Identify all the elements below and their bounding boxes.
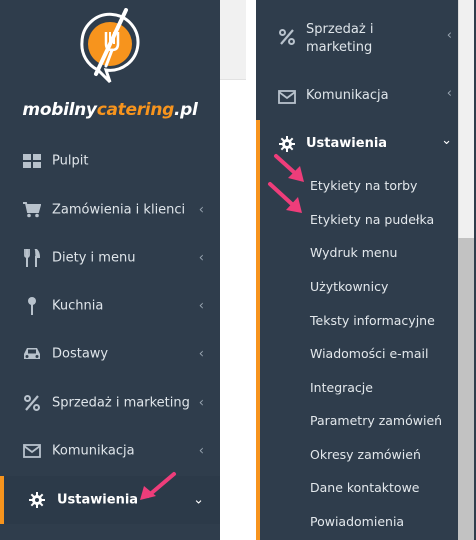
brand-wordmark-part1: mobilny — [22, 100, 97, 120]
percent-icon — [278, 28, 296, 46]
submenu-item-box-labels[interactable]: Etykiety na pudełka — [310, 212, 434, 227]
brand-wordmark: mobilnycatering.pl — [0, 100, 220, 120]
submenu-item-users[interactable]: Użytkownicy — [310, 279, 388, 294]
submenu-item-menu-print[interactable]: Wydruk menu — [310, 245, 397, 260]
sidebar-item-diets[interactable]: Diety i menu ‹ — [0, 234, 220, 282]
utensils-icon — [22, 248, 42, 268]
sidebar-item-label: Diety i menu — [52, 250, 136, 266]
sidebar-item-label: Pulpit — [52, 153, 89, 169]
chevron-left-icon: ‹ — [198, 202, 204, 218]
dashboard-icon — [22, 151, 42, 171]
active-indicator — [0, 476, 4, 524]
page-background-strip — [220, 0, 246, 540]
chevron-left-icon: ‹ — [446, 28, 452, 43]
gear-icon — [278, 135, 296, 153]
submenu-item-bag-labels[interactable]: Etykiety na torby — [310, 178, 417, 193]
gear-icon — [27, 490, 47, 510]
annotation-arrow-icon — [140, 472, 176, 500]
sidebar-item-marketing[interactable]: Sprzedaż i marketing ‹ — [256, 20, 466, 60]
spoon-icon — [22, 296, 42, 316]
brand-wordmark-part3: .pl — [174, 100, 198, 120]
chevron-left-icon: ‹ — [198, 298, 204, 314]
sidebar-item-label: Sprzedaż i marketing — [52, 395, 190, 411]
cart-icon — [22, 200, 42, 220]
sidebar-item-marketing[interactable]: Sprzedaż i marketing ‹ — [0, 379, 220, 427]
annotation-arrow-icon — [268, 182, 302, 213]
sidebar-item-delivery[interactable]: Dostawy ‹ — [0, 330, 220, 378]
submenu-item-contact-data[interactable]: Dane kontaktowe — [310, 480, 420, 495]
chevron-down-icon: ⌄ — [193, 492, 204, 508]
submenu-item-emails[interactable]: Wiadomości e-mail — [310, 346, 428, 361]
sidebar-item-communication[interactable]: Komunikacja ‹ — [0, 427, 220, 475]
chevron-left-icon: ‹ — [446, 86, 452, 101]
sidebar-item-label-line1: Sprzedaż i — [306, 22, 374, 37]
brand-logo[interactable]: mobilnycatering.pl — [0, 0, 220, 140]
chevron-down-icon: ⌄ — [441, 133, 452, 148]
percent-icon — [22, 393, 42, 413]
right-sidebar: Sprzedaż i marketing ‹ Komunikacja ‹ Ust… — [256, 0, 476, 540]
chevron-left-icon: ‹ — [198, 395, 204, 411]
envelope-icon — [278, 88, 296, 106]
sidebar-item-pulpit[interactable]: Pulpit — [0, 137, 220, 185]
sidebar-item-label: Dostawy — [52, 346, 109, 362]
envelope-icon — [22, 441, 42, 461]
sidebar-item-label: Komunikacja — [306, 88, 389, 103]
submenu-item-info-texts[interactable]: Teksty informacyjne — [310, 313, 435, 328]
top-bar — [220, 0, 246, 80]
sidebar-item-label: Kuchnia — [52, 298, 104, 314]
chevron-left-icon: ‹ — [198, 250, 204, 266]
sidebar-item-label: Ustawienia — [306, 136, 388, 151]
scrollbar-thumb[interactable] — [458, 238, 474, 540]
submenu-item-order-periods[interactable]: Okresy zamówień — [310, 447, 421, 462]
car-icon — [22, 344, 42, 364]
sidebar-item-label: Ustawienia — [57, 492, 139, 508]
catering-logo-icon — [80, 8, 140, 84]
sidebar-item-kitchen[interactable]: Kuchnia ‹ — [0, 282, 220, 330]
sidebar-item-label: Zamówienia i klienci — [52, 202, 186, 218]
chevron-left-icon: ‹ — [198, 443, 204, 459]
submenu-item-integrations[interactable]: Integracje — [310, 380, 373, 395]
brand-wordmark-part2: catering — [96, 100, 175, 120]
sidebar-item-label-line2: marketing — [306, 40, 373, 55]
sidebar-item-orders[interactable]: Zamówienia i klienci ‹ — [0, 186, 220, 234]
sidebar-item-communication[interactable]: Komunikacja ‹ — [256, 86, 466, 108]
chevron-left-icon: ‹ — [198, 346, 204, 362]
sidebar-item-settings[interactable]: Ustawienia ⌄ — [0, 476, 220, 524]
submenu-item-notifications[interactable]: Powiadomienia — [310, 514, 404, 529]
sidebar-item-label: Komunikacja — [52, 443, 135, 459]
active-indicator — [256, 120, 260, 540]
submenu-item-order-parameters[interactable]: Parametry zamówień — [310, 413, 442, 428]
left-sidebar: mobilnycatering.pl Pulpit Zamówienia i k… — [0, 0, 220, 540]
